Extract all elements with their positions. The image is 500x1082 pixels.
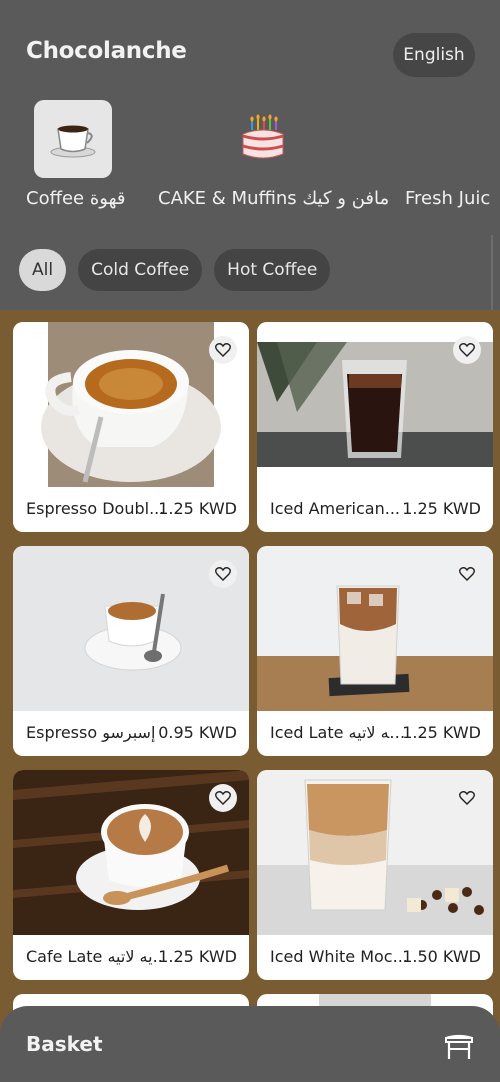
category-cake[interactable]	[224, 100, 302, 178]
filter-chips: All Cold Coffee Hot Coffee	[19, 249, 331, 291]
product-price: 0.95 KWD	[158, 723, 237, 742]
brand-title: Chocolanche	[26, 38, 187, 64]
birthday-cake-icon	[242, 114, 284, 159]
product-card[interactable]: Iced American... 1.25 KWD	[257, 322, 493, 532]
favorite-button[interactable]	[453, 560, 481, 588]
product-card[interactable]: Espresso إسبرسو 0.95 KWD	[13, 546, 249, 756]
product-name: Iced American...	[270, 499, 400, 518]
product-card[interactable]: Iced White Moc... 1.50 KWD	[257, 770, 493, 980]
category-label-coffee: Coffee قهوة	[26, 188, 126, 209]
language-button[interactable]: English	[393, 33, 475, 77]
product-name: Espresso Doubl...	[26, 499, 165, 518]
product-card[interactable]: Iced Late فيه لاتيه.. 1.25 KWD	[257, 546, 493, 756]
filter-chip-hot-coffee[interactable]: Hot Coffee	[214, 249, 331, 291]
product-name: Iced White Moc...	[270, 947, 408, 966]
app-header: Chocolanche English Coffee قهوة CAKE & M…	[0, 0, 500, 310]
product-price: 1.50 KWD	[402, 947, 481, 966]
product-name: Cafe Late يه لاتيه..	[26, 947, 163, 966]
favorite-button[interactable]	[209, 784, 237, 812]
favorite-button[interactable]	[209, 336, 237, 364]
product-price: 1.25 KWD	[158, 947, 237, 966]
heart-outline-icon	[459, 791, 475, 805]
category-thumb	[224, 100, 302, 178]
coffee-cup-icon	[50, 125, 96, 158]
product-price: 1.25 KWD	[402, 499, 481, 518]
product-card[interactable]: Espresso Doubl... 1.25 KWD	[13, 322, 249, 532]
favorite-button[interactable]	[453, 336, 481, 364]
heart-outline-icon	[459, 567, 475, 581]
filter-chip-all[interactable]: All	[19, 249, 67, 291]
category-carousel: Coffee قهوة CAKE & Muffins مافن و كيك Fr…	[0, 100, 500, 225]
basket-label: Basket	[26, 1032, 103, 1056]
product-name: Iced Late فيه لاتيه..	[270, 723, 410, 742]
filter-chip-cold-coffee[interactable]: Cold Coffee	[78, 249, 203, 291]
product-price: 1.25 KWD	[402, 723, 481, 742]
heart-outline-icon	[215, 791, 231, 805]
category-label-juice[interactable]: Fresh Juic	[405, 188, 490, 209]
category-thumb	[34, 100, 112, 178]
category-coffee[interactable]	[34, 100, 112, 178]
product-price: 1.25 KWD	[158, 499, 237, 518]
heart-outline-icon	[459, 343, 475, 357]
product-name: Espresso إسبرسو	[26, 723, 156, 742]
favorite-button[interactable]	[209, 560, 237, 588]
product-grid: Espresso Doubl... 1.25 KWD Iced American…	[0, 310, 500, 1082]
favorite-button[interactable]	[453, 784, 481, 812]
basket-table-icon[interactable]	[443, 1032, 475, 1062]
category-label-cake: CAKE & Muffins مافن و كيك	[158, 188, 390, 209]
heart-outline-icon	[215, 567, 231, 581]
product-card[interactable]: Cafe Late يه لاتيه.. 1.25 KWD	[13, 770, 249, 980]
basket-bar[interactable]: Basket	[0, 1006, 500, 1082]
heart-outline-icon	[215, 343, 231, 357]
